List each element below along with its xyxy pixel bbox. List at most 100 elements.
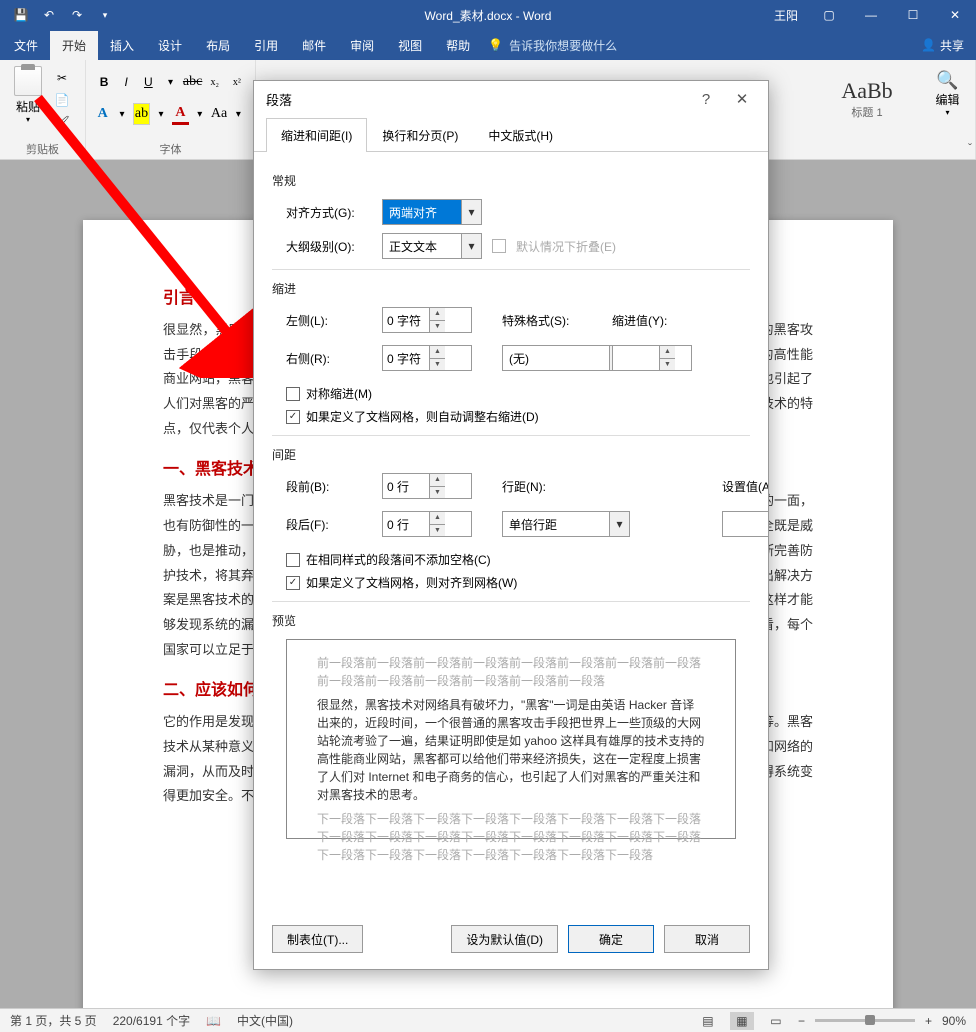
tab-indent-spacing[interactable]: 缩进和间距(I) — [266, 118, 367, 152]
save-icon[interactable]: 💾 — [8, 4, 34, 26]
tab-help[interactable]: 帮助 — [434, 31, 482, 60]
chevron-down-icon: ▾ — [461, 234, 481, 258]
snap-to-grid-label: 如果定义了文档网格，则对齐到网格(W) — [306, 574, 517, 591]
left-indent-input[interactable] — [383, 308, 429, 332]
snap-to-grid-checkbox[interactable]: ✓ — [286, 576, 300, 590]
section-general: 常规 — [272, 172, 750, 189]
page-count[interactable]: 第 1 页，共 5 页 — [10, 1012, 97, 1029]
clipboard-group-label: 剪贴板 — [8, 139, 77, 157]
set-default-button[interactable]: 设为默认值(D) — [451, 925, 558, 953]
spell-check-icon[interactable]: 📖 — [206, 1014, 221, 1028]
space-before-spinner[interactable]: ▲▼ — [382, 473, 472, 499]
font-color-button[interactable]: A — [172, 103, 189, 125]
dialog-close-icon[interactable]: ✕ — [728, 85, 756, 113]
minimize-icon[interactable]: — — [850, 1, 892, 29]
left-indent-label: 左侧(L): — [286, 312, 382, 329]
zoom-out-icon[interactable]: − — [798, 1014, 805, 1028]
edit-button[interactable]: 🔍 编辑 ▾ — [928, 64, 967, 117]
underline-more-icon[interactable]: ▾ — [160, 71, 180, 93]
format-painter-icon[interactable]: 🖌 — [52, 112, 72, 132]
auto-adjust-indent-checkbox[interactable]: ✓ — [286, 410, 300, 424]
right-indent-spinner[interactable]: ▲▼ — [382, 345, 472, 371]
space-after-input[interactable] — [383, 512, 429, 536]
share-button[interactable]: 👤共享 — [911, 33, 974, 58]
tell-me-search[interactable]: 💡告诉我你想要做什么 — [488, 37, 617, 54]
status-bar: 第 1 页，共 5 页 220/6191 个字 📖 中文(中国) ▤ ▦ ▭ −… — [0, 1008, 976, 1032]
web-layout-icon[interactable]: ▭ — [764, 1012, 788, 1030]
chevron-down-icon: ▾ — [461, 200, 481, 224]
at-value-input[interactable] — [723, 512, 768, 536]
special-format-dropdown[interactable]: (无)▾ — [502, 345, 630, 371]
mirror-indent-checkbox[interactable] — [286, 387, 300, 401]
underline-button[interactable]: U — [138, 71, 158, 93]
title-bar: 💾 ↶ ↷ ▾ Word_素材.docx - Word 王阳 ▢ — ☐ ✕ — [0, 0, 976, 30]
tab-design[interactable]: 设计 — [146, 31, 194, 60]
text-effects-more-icon[interactable]: ▾ — [113, 103, 130, 125]
collapse-ribbon-icon[interactable]: ˇ — [968, 141, 972, 155]
line-spacing-dropdown[interactable]: 单倍行距▾ — [502, 511, 630, 537]
tab-review[interactable]: 审阅 — [338, 31, 386, 60]
close-window-icon[interactable]: ✕ — [934, 1, 976, 29]
italic-button[interactable]: I — [116, 71, 136, 93]
left-indent-spinner[interactable]: ▲▼ — [382, 307, 472, 333]
cut-icon[interactable]: ✂ — [52, 68, 72, 88]
preview-gray-before: 前一段落前一段落前一段落前一段落前一段落前一段落前一段落前一段落前一段落前一段落… — [317, 654, 705, 690]
lightbulb-icon: 💡 — [488, 38, 503, 52]
font-color-more-icon[interactable]: ▾ — [191, 103, 208, 125]
tab-file[interactable]: 文件 — [2, 31, 50, 60]
print-layout-icon[interactable]: ▦ — [730, 1012, 754, 1030]
preview-box: 前一段落前一段落前一段落前一段落前一段落前一段落前一段落前一段落前一段落前一段落… — [286, 639, 736, 839]
collapse-checkbox — [492, 239, 506, 253]
subscript-button[interactable]: x₂ — [205, 71, 225, 93]
indent-by-spinner[interactable]: ▲▼ — [612, 345, 692, 371]
read-mode-icon[interactable]: ▤ — [696, 1012, 720, 1030]
language-status[interactable]: 中文(中国) — [237, 1012, 293, 1029]
superscript-button[interactable]: x² — [227, 71, 247, 93]
space-before-input[interactable] — [383, 474, 429, 498]
zoom-level[interactable]: 90% — [942, 1014, 966, 1028]
maximize-icon[interactable]: ☐ — [892, 1, 934, 29]
zoom-in-icon[interactable]: + — [925, 1014, 932, 1028]
dialog-help-icon[interactable]: ? — [692, 85, 720, 113]
tab-insert[interactable]: 插入 — [98, 31, 146, 60]
tab-references[interactable]: 引用 — [242, 31, 290, 60]
qat-customize-icon[interactable]: ▾ — [92, 4, 118, 26]
preview-gray-after: 下一段落下一段落下一段落下一段落下一段落下一段落下一段落下一段落下一段落下一段落… — [317, 810, 705, 864]
strikethrough-button[interactable]: abc — [183, 71, 203, 93]
outline-dropdown[interactable]: 正文文本 ▾ — [382, 233, 482, 259]
alignment-value: 两端对齐 — [389, 204, 437, 221]
tabs-button[interactable]: 制表位(T)... — [272, 925, 363, 953]
ok-button[interactable]: 确定 — [568, 925, 654, 953]
copy-icon[interactable]: 📄 — [52, 90, 72, 110]
tab-mailings[interactable]: 邮件 — [290, 31, 338, 60]
zoom-slider[interactable] — [815, 1019, 915, 1022]
no-space-same-style-checkbox[interactable] — [286, 553, 300, 567]
change-case-more-icon[interactable]: ▾ — [230, 103, 247, 125]
menu-bar: 文件 开始 插入 设计 布局 引用 邮件 审阅 视图 帮助 💡告诉我你想要做什么… — [0, 30, 976, 60]
text-effects-button[interactable]: A — [94, 103, 111, 125]
alignment-dropdown[interactable]: 两端对齐 ▾ — [382, 199, 482, 225]
ribbon-options-icon[interactable]: ▢ — [808, 1, 850, 29]
tab-line-page-breaks[interactable]: 换行和分页(P) — [367, 118, 473, 152]
tab-view[interactable]: 视图 — [386, 31, 434, 60]
share-icon: 👤 — [921, 38, 936, 52]
at-value-spinner[interactable]: ▲▼ — [722, 511, 768, 537]
cancel-button[interactable]: 取消 — [664, 925, 750, 953]
paste-button[interactable]: 粘贴 ▾ — [8, 64, 48, 132]
space-after-spinner[interactable]: ▲▼ — [382, 511, 472, 537]
right-indent-input[interactable] — [383, 346, 429, 370]
undo-icon[interactable]: ↶ — [36, 4, 62, 26]
tab-home[interactable]: 开始 — [50, 31, 98, 60]
tab-asian-typography[interactable]: 中文版式(H) — [473, 118, 568, 152]
word-count[interactable]: 220/6191 个字 — [113, 1012, 190, 1029]
user-name[interactable]: 王阳 — [774, 7, 798, 24]
highlight-more-icon[interactable]: ▾ — [152, 103, 169, 125]
style-heading1[interactable]: AaBb 标题 1 — [832, 69, 902, 129]
change-case-button[interactable]: Aa — [210, 103, 227, 125]
tab-layout[interactable]: 布局 — [194, 31, 242, 60]
special-format-value: (无) — [509, 350, 529, 367]
redo-icon[interactable]: ↷ — [64, 4, 90, 26]
indent-by-input[interactable] — [613, 346, 659, 370]
bold-button[interactable]: B — [94, 71, 114, 93]
highlight-button[interactable]: ab — [133, 103, 151, 125]
